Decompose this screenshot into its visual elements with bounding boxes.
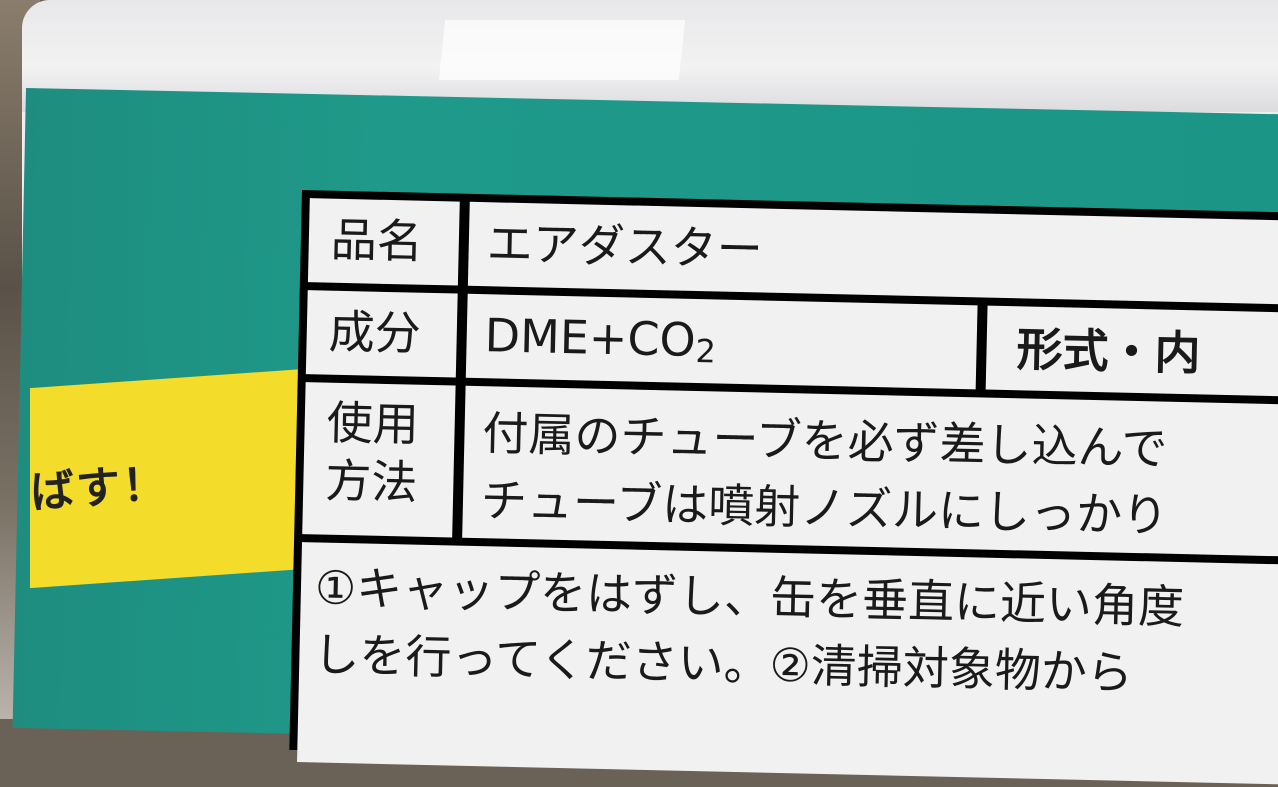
ingredients-subscript: 2 <box>695 331 717 371</box>
heading-usage-line2: 方法 <box>324 453 419 510</box>
instructions-block: ①キャップをはずし、缶を垂直に近い角度 しを行ってください。②清掃対象物から <box>297 542 1278 787</box>
value-product-name: エアダスター <box>467 201 1278 308</box>
heading-ingredients: 成分 <box>305 290 458 378</box>
heading-product-name: 品名 <box>307 198 460 286</box>
value-ingredients: DME+CO2 <box>465 293 978 390</box>
slogan-text: ばす！ <box>28 458 170 519</box>
ingredients-formula: DME+CO <box>484 308 697 367</box>
heading-usage-line1: 使用 <box>326 395 420 452</box>
value-usage: 付属のチューブを必ず差し込んで チューブは噴射ノズルにしっかり <box>462 385 1278 560</box>
product-info-table: 品名 エアダスター 成分 DME+CO2 形式・内 使用 方法 付属のチューブを… <box>289 190 1278 787</box>
reflection-glare <box>438 20 616 80</box>
reflection-glare <box>608 20 686 80</box>
heading-usage: 使用 方法 <box>302 382 456 538</box>
value-format-content: 形式・内 <box>985 305 1278 400</box>
